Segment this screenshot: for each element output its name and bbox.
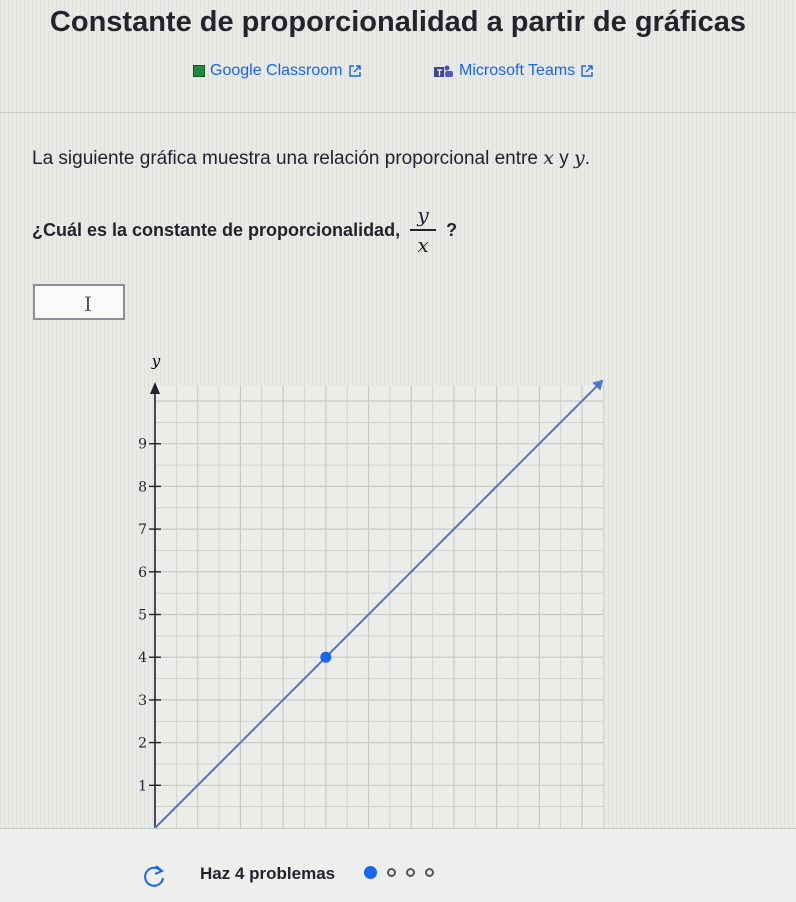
answer-input-box[interactable]: I [33, 284, 127, 320]
restart-icon[interactable] [141, 863, 167, 889]
y-tick-label: 9 [138, 437, 147, 453]
problem-statement: La siguiente gráfica muestra una relació… [32, 147, 590, 170]
y-tick-label: 2 [138, 736, 147, 752]
fraction-y-over-x: y x [410, 203, 437, 257]
progress-dots [364, 866, 434, 879]
y-tick-label: 3 [138, 693, 147, 709]
proportional-graph: y 1 2 3 4 5 6 7 8 9 [138, 352, 604, 828]
progress-dot [406, 868, 415, 877]
divider [0, 112, 796, 113]
progress-dot [425, 868, 434, 877]
progress-label: Haz 4 problemas [200, 864, 336, 883]
y-tick-label: 4 [138, 650, 147, 666]
y-axis-label: y [151, 352, 161, 370]
y-tick-label: 8 [138, 479, 147, 495]
progress-dot-current [364, 866, 377, 879]
external-link-icon [348, 65, 361, 77]
share-bar: Google Classroom Microsoft Teams [0, 60, 796, 88]
y-tick-label: 1 [138, 778, 147, 794]
highlighted-point [320, 651, 332, 663]
question: ¿Cuál es la constante de proporcionalida… [32, 203, 457, 257]
microsoft-teams-link[interactable]: Microsoft Teams [434, 62, 594, 80]
y-tick-label: 6 [138, 565, 147, 581]
answer-input[interactable] [35, 286, 127, 320]
google-classroom-link[interactable]: Google Classroom [193, 62, 362, 80]
external-link-icon [581, 65, 593, 77]
y-tick-label: 7 [138, 522, 147, 538]
statement-period: . [584, 148, 590, 169]
conjunction: y [559, 148, 569, 169]
page-title: Constante de proporcionalidad a partir d… [49, 6, 747, 38]
fraction-denominator: x [417, 233, 429, 257]
microsoft-teams-label: Microsoft Teams [459, 62, 576, 79]
google-classroom-icon [193, 65, 205, 77]
y-tick-label: 5 [138, 608, 147, 624]
microsoft-teams-icon [434, 65, 453, 77]
fraction-bar [410, 229, 437, 231]
question-text: ¿Cuál es la constante de proporcionalida… [32, 219, 401, 240]
google-classroom-label: Google Classroom [210, 62, 343, 79]
fraction-numerator: y [417, 203, 429, 227]
bottom-bar: Haz 4 problemas [0, 828, 796, 902]
question-mark: ? [446, 219, 458, 240]
var-y: y [573, 147, 585, 169]
var-x: x [543, 147, 554, 169]
progress-dot [387, 868, 396, 877]
statement-text: La siguiente gráfica muestra una relació… [32, 148, 538, 169]
